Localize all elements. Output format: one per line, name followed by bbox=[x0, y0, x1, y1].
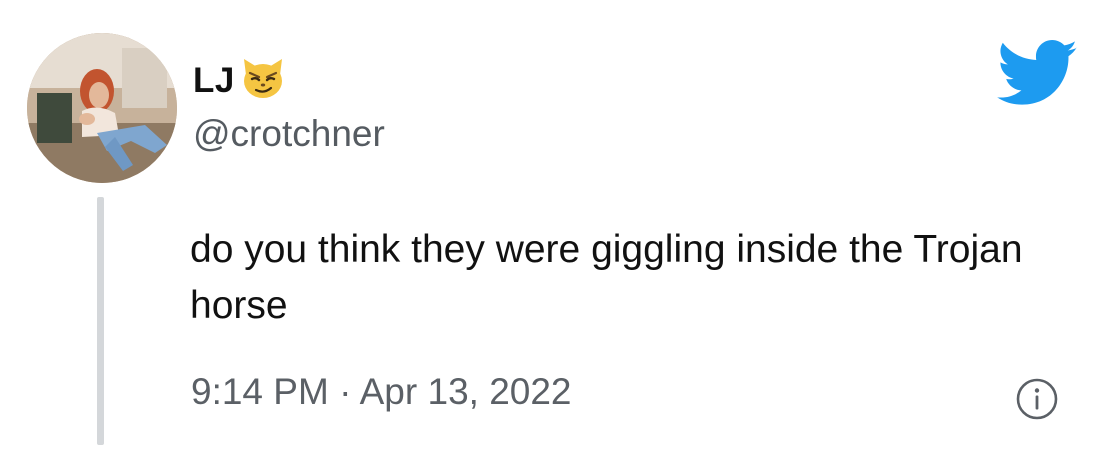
avatar[interactable] bbox=[27, 33, 177, 183]
author-name-row: LJ bbox=[193, 52, 288, 108]
avatar-photo bbox=[27, 33, 177, 183]
smirking-cat-emoji-icon bbox=[238, 53, 288, 103]
tweet-card: LJ @crotchner do you think they were gig… bbox=[0, 0, 1100, 471]
tweet-text: do you think they were giggling inside t… bbox=[190, 228, 1023, 327]
thread-line bbox=[97, 197, 104, 445]
twitter-bird-icon[interactable] bbox=[997, 40, 1079, 106]
info-icon[interactable] bbox=[1015, 377, 1059, 421]
user-handle[interactable]: @crotchner bbox=[193, 112, 385, 156]
display-name[interactable]: LJ bbox=[193, 63, 235, 98]
tweet-timestamp[interactable]: 9:14 PM · Apr 13, 2022 bbox=[191, 370, 572, 414]
